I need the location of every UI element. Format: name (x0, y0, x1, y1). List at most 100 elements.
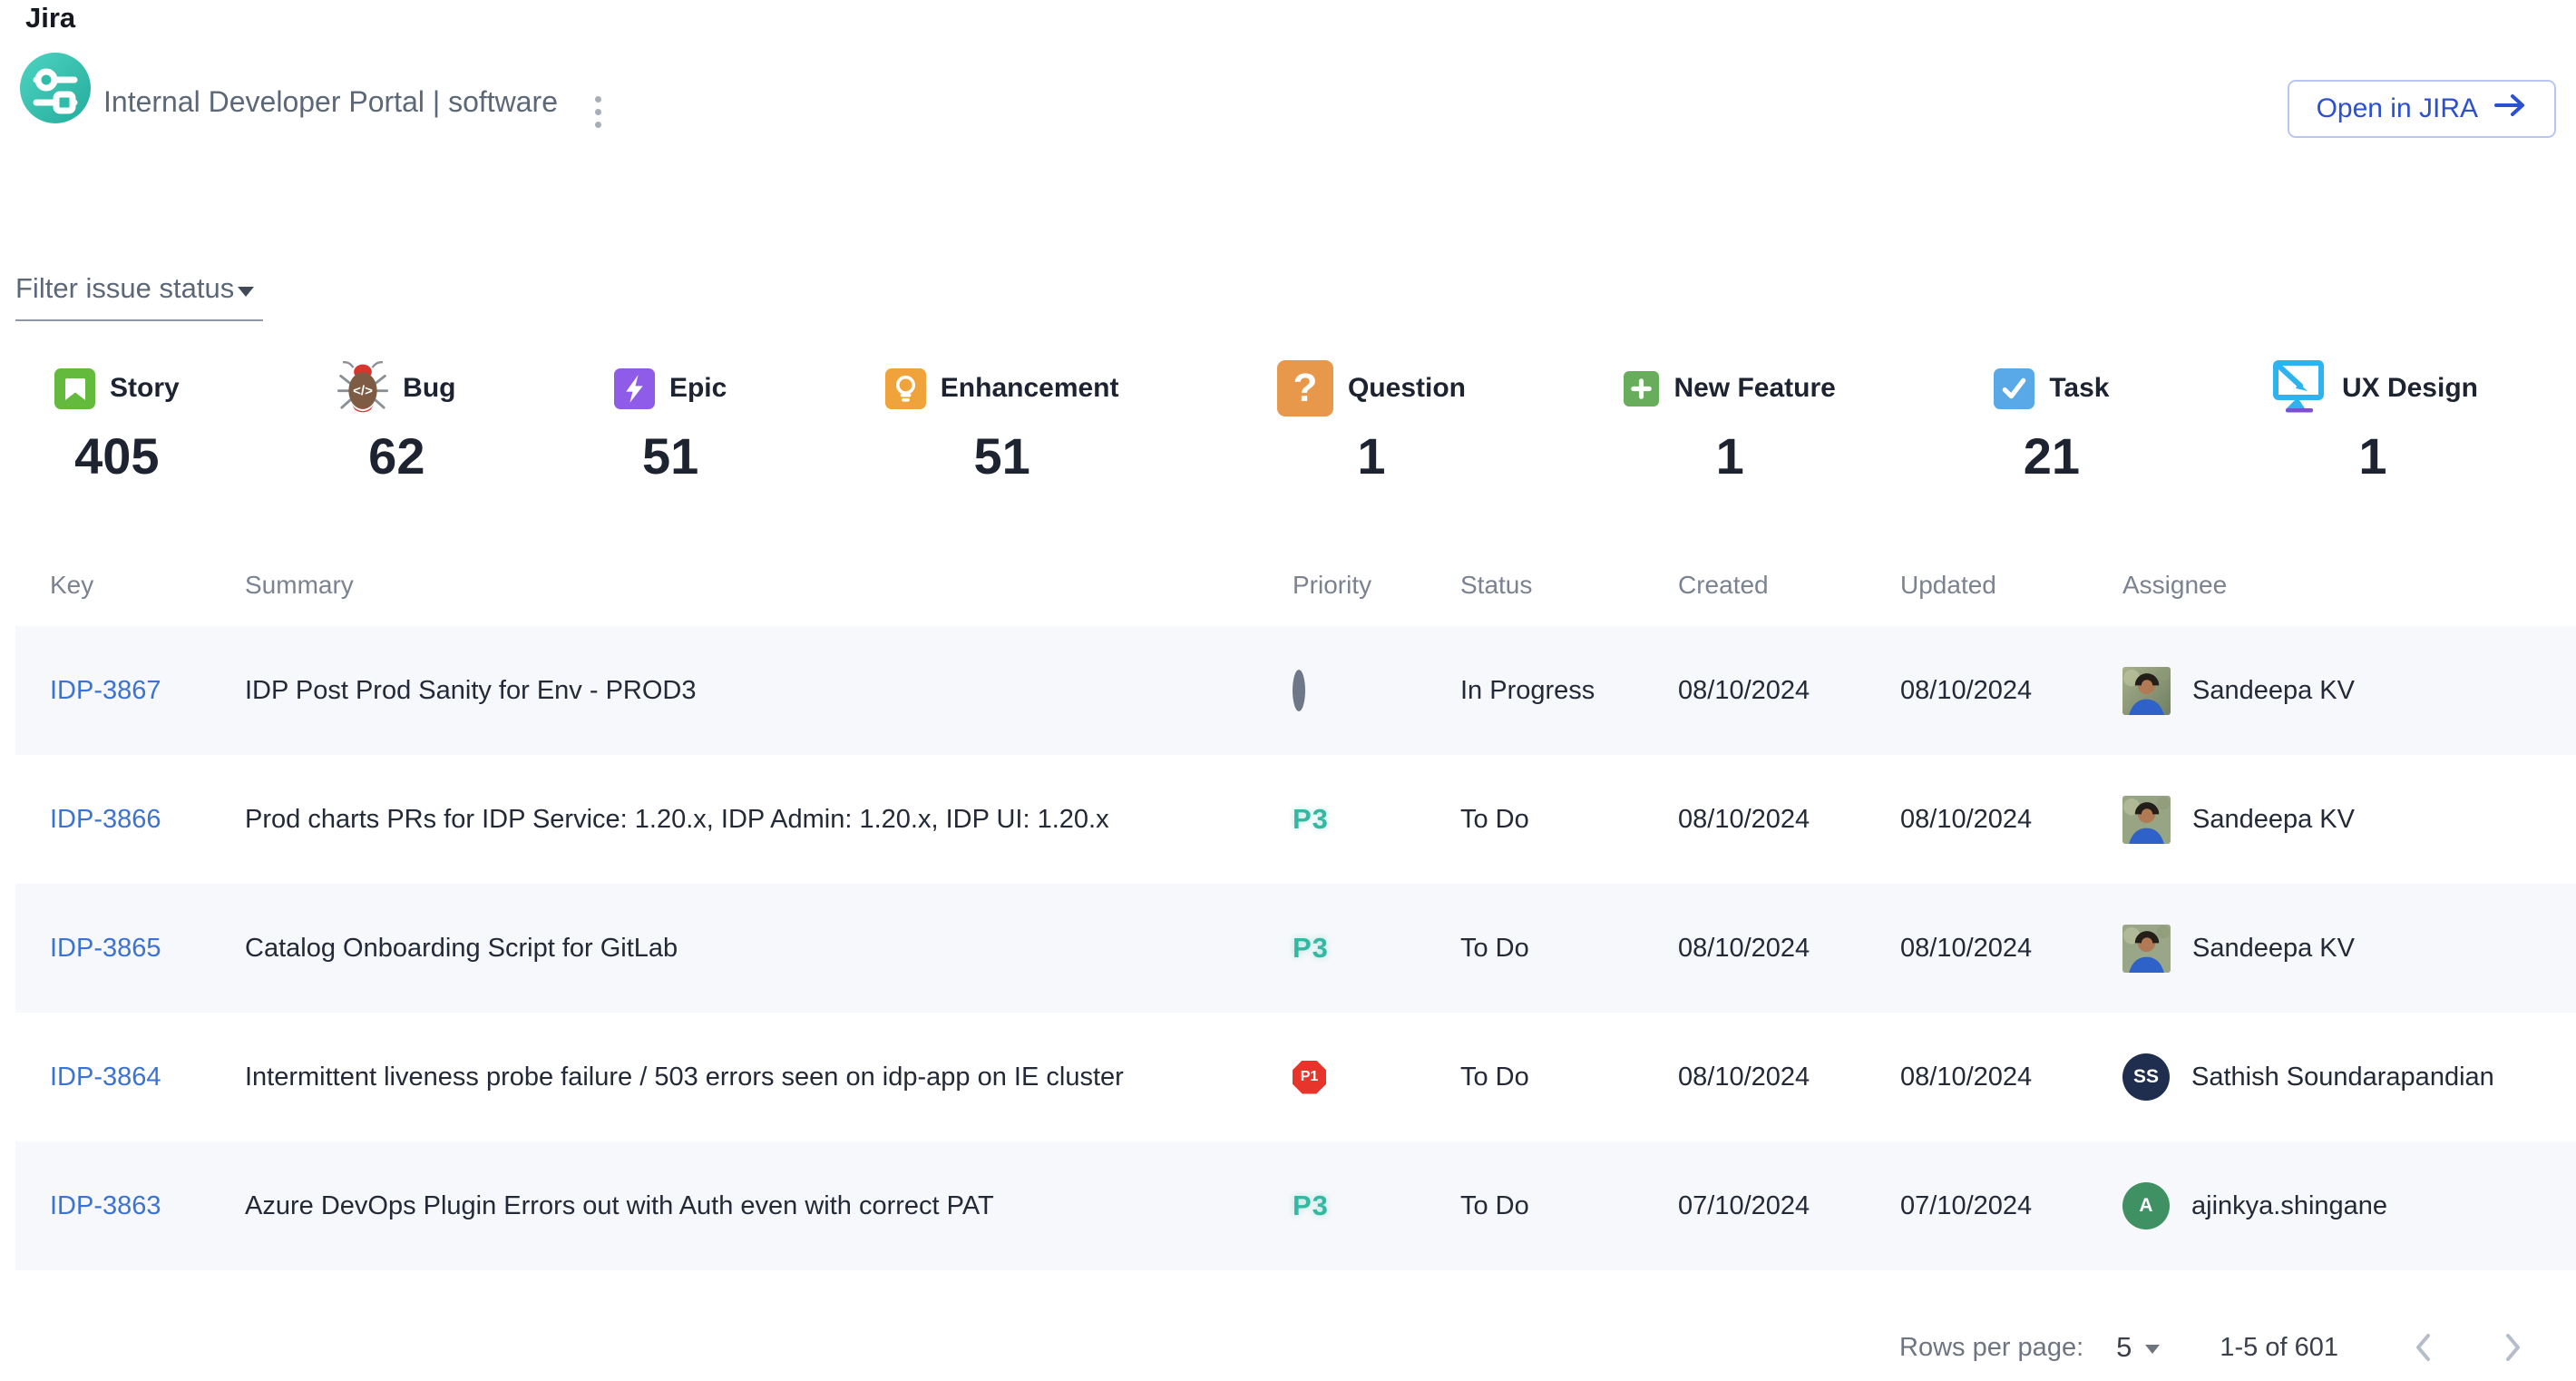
rows-per-page-value: 5 (2116, 1331, 2132, 1364)
counter-label: Bug (403, 373, 455, 404)
issue-updated: 08/10/2024 (1900, 676, 2122, 706)
counter-label: Epic (669, 373, 727, 404)
counter-epic: Epic 51 (614, 357, 727, 485)
kebab-menu-icon[interactable] (590, 91, 607, 133)
svg-text:</>: </> (353, 383, 373, 398)
issue-key-link[interactable]: IDP-3863 (50, 1191, 161, 1220)
counter-enhancement: Enhancement 51 (885, 357, 1119, 485)
issue-created: 08/10/2024 (1678, 805, 1900, 835)
col-header-priority: Priority (1293, 571, 1460, 600)
counter-label: UX Design (2342, 373, 2478, 404)
table-row: IDP-3865 Catalog Onboarding Script for G… (15, 884, 2576, 1013)
page-title: Jira (25, 2, 75, 34)
table-row: IDP-3864 Intermittent liveness probe fai… (15, 1013, 2576, 1141)
counter-ux-design: UX Design 1 (2268, 357, 2478, 485)
col-header-summary: Summary (245, 571, 1293, 600)
issue-type-counters: Story 405 </> Bug (54, 357, 2478, 485)
col-header-status: Status (1460, 571, 1678, 600)
avatar (2122, 925, 2171, 973)
issue-summary: Intermittent liveness probe failure / 50… (245, 1063, 1293, 1092)
open-in-jira-button[interactable]: Open in JIRA (2288, 80, 2556, 138)
issue-key-link[interactable]: IDP-3866 (50, 805, 161, 834)
issue-summary: Catalog Onboarding Script for GitLab (245, 934, 1293, 964)
table-row: IDP-3863 Azure DevOps Plugin Errors out … (15, 1141, 2576, 1270)
enhancement-icon (885, 368, 926, 409)
priority-p3-icon: P3 (1293, 932, 1329, 964)
chevron-right-icon (2502, 1331, 2523, 1364)
counter-new-feature: New Feature 1 (1624, 357, 1835, 485)
assignee-name: Sathish Soundarapandian (2191, 1063, 2494, 1092)
counter-label: New Feature (1673, 373, 1835, 404)
issue-key-link[interactable]: IDP-3864 (50, 1063, 161, 1092)
assignee-name: ajinkya.shingane (2191, 1191, 2387, 1221)
next-page-button[interactable] (2485, 1320, 2540, 1375)
chevron-left-icon (2413, 1331, 2435, 1364)
issue-summary: Prod charts PRs for IDP Service: 1.20.x,… (245, 805, 1293, 835)
issue-created: 08/10/2024 (1678, 934, 1900, 964)
col-header-created: Created (1678, 571, 1900, 600)
counter-bug: </> Bug 62 (337, 357, 455, 485)
project-title: Internal Developer Portal | software (103, 85, 558, 119)
issue-status: In Progress (1460, 676, 1678, 706)
avatar (2122, 667, 2171, 715)
issue-status: To Do (1460, 1063, 1678, 1092)
counter-count: 1 (1624, 426, 1835, 485)
table-row: IDP-3867 IDP Post Prod Sanity for Env - … (15, 626, 2576, 755)
issue-updated: 07/10/2024 (1900, 1191, 2122, 1221)
counter-count: 1 (2268, 426, 2478, 485)
epic-icon (614, 368, 655, 409)
counter-count: 51 (885, 426, 1119, 485)
issue-status: To Do (1460, 934, 1678, 964)
counter-label: Task (2049, 373, 2109, 404)
counter-count: 62 (337, 426, 455, 485)
priority-p3-icon: P3 (1293, 803, 1329, 835)
issue-status: To Do (1460, 1191, 1678, 1221)
counter-count: 51 (614, 426, 727, 485)
avatar: A (2122, 1182, 2170, 1229)
issue-summary: IDP Post Prod Sanity for Env - PROD3 (245, 676, 1293, 706)
arrow-right-icon (2494, 93, 2527, 125)
priority-ring-icon (1293, 670, 1305, 711)
assignee-name: Sandeepa KV (2192, 934, 2355, 964)
rows-per-page-select[interactable]: 5 (2116, 1331, 2160, 1364)
col-header-key: Key (50, 571, 245, 600)
filter-issue-status-select[interactable]: Filter issue status (15, 272, 263, 321)
counter-count: 21 (1994, 426, 2109, 485)
task-icon (1994, 368, 2034, 409)
new-feature-icon (1624, 371, 1659, 406)
avatar: SS (2122, 1053, 2170, 1101)
issue-key-link[interactable]: IDP-3865 (50, 934, 161, 963)
table-header-row: Key Summary Priority Status Created Upda… (0, 544, 2576, 626)
bug-icon: </> (337, 360, 388, 417)
table-row: IDP-3866 Prod charts PRs for IDP Service… (15, 755, 2576, 884)
pagination-range: 1-5 of 601 (2220, 1333, 2338, 1363)
pagination-bar: Rows per page: 5 1-5 of 601 (1899, 1314, 2540, 1381)
counter-count: 1 (1277, 426, 1466, 485)
issue-status: To Do (1460, 805, 1678, 835)
issue-created: 08/10/2024 (1678, 676, 1900, 706)
issue-key-link[interactable]: IDP-3867 (50, 676, 161, 705)
counter-task: Task 21 (1994, 357, 2109, 485)
col-header-assignee: Assignee (2122, 571, 2576, 600)
assignee-name: Sandeepa KV (2192, 805, 2355, 835)
rows-per-page-label: Rows per page: (1899, 1333, 2083, 1363)
story-icon (54, 368, 95, 409)
project-avatar-sliders-icon (20, 53, 91, 123)
priority-p3-icon: P3 (1293, 1190, 1329, 1221)
caret-down-icon (238, 287, 254, 297)
filter-issue-status-label: Filter issue status (15, 272, 234, 305)
issue-created: 07/10/2024 (1678, 1191, 1900, 1221)
issues-table: Key Summary Priority Status Created Upda… (0, 544, 2576, 1270)
previous-page-button[interactable] (2396, 1320, 2451, 1375)
issue-updated: 08/10/2024 (1900, 1063, 2122, 1092)
issue-summary: Azure DevOps Plugin Errors out with Auth… (245, 1191, 1293, 1221)
counter-question: ? Question 1 (1277, 357, 1466, 485)
counter-count: 405 (54, 426, 180, 485)
issue-updated: 08/10/2024 (1900, 805, 2122, 835)
counter-label: Question (1348, 373, 1466, 404)
col-header-updated: Updated (1900, 571, 2122, 600)
assignee-name: Sandeepa KV (2192, 676, 2355, 706)
question-icon: ? (1277, 360, 1333, 416)
priority-p1-icon: P1 (1293, 1061, 1326, 1094)
open-in-jira-label: Open in JIRA (2317, 93, 2478, 124)
